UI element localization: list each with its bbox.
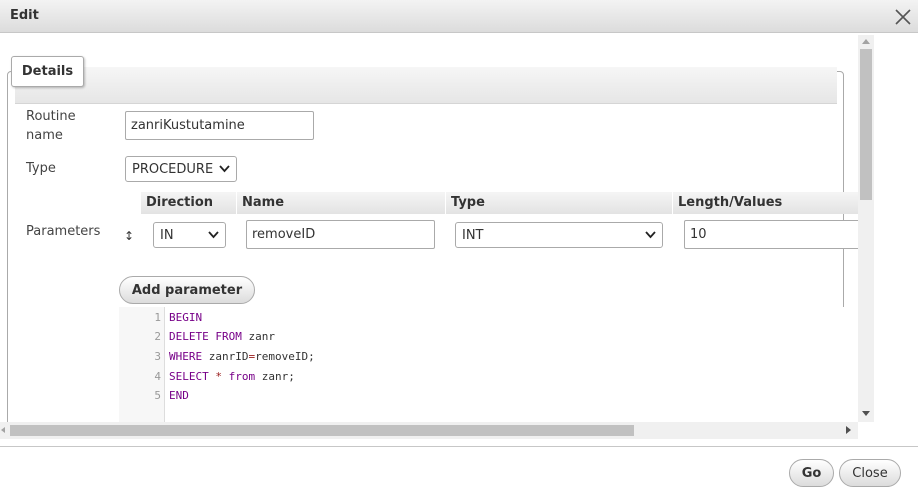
add-parameter-button[interactable]: Add parameter xyxy=(119,276,255,304)
chevron-down-icon xyxy=(645,231,656,239)
type-label: Type xyxy=(26,161,56,176)
code-token: DELETE FROM xyxy=(169,330,242,344)
go-button[interactable]: Go xyxy=(789,459,834,487)
code-line: DELETE FROM zanr xyxy=(169,327,275,347)
code-token: BEGIN xyxy=(169,310,203,324)
tab-details[interactable]: Details xyxy=(11,56,84,87)
header-type: Type xyxy=(446,192,673,214)
code-token: zanr; xyxy=(255,369,295,383)
code-line: BEGIN xyxy=(169,308,202,328)
chevron-down-icon xyxy=(219,165,230,173)
drag-handle-icon[interactable]: ↕ xyxy=(124,229,134,243)
dialog-footer: Go Close xyxy=(0,446,918,501)
line-number: 3 xyxy=(154,349,161,363)
routine-name-input[interactable] xyxy=(125,111,314,140)
direction-select[interactable]: IN xyxy=(153,222,226,248)
parameters-header-row: Direction Name Type Length/Values xyxy=(141,192,874,214)
dialog-titlebar: Edit xyxy=(0,0,918,33)
code-token: from xyxy=(228,369,256,383)
horizontal-scrollbar-thumb[interactable] xyxy=(10,425,634,436)
fieldset-header xyxy=(15,67,837,104)
close-icon[interactable] xyxy=(894,8,912,26)
code-line: WHERE zanrID=removeID; xyxy=(169,347,315,367)
code-token: zanr xyxy=(241,330,275,344)
scroll-right-icon[interactable] xyxy=(846,426,851,434)
code-token: SELECT xyxy=(169,369,209,383)
line-number: 4 xyxy=(154,369,161,383)
dialog-title: Edit xyxy=(10,8,39,23)
scroll-down-icon[interactable] xyxy=(862,411,870,416)
parameter-name-input[interactable] xyxy=(246,220,435,249)
header-direction: Direction xyxy=(141,192,237,214)
code-token: WHERE xyxy=(169,349,203,363)
line-number: 5 xyxy=(154,389,161,403)
parameters-label: Parameters xyxy=(26,224,101,239)
line-number: 2 xyxy=(154,330,161,344)
parameter-type-select-value: INT xyxy=(462,227,484,243)
horizontal-scrollbar[interactable] xyxy=(0,422,858,439)
code-editor[interactable]: 1 2 3 4 5 BEGIN DELETE FROM zanr WHERE zanrID=r… xyxy=(119,307,856,439)
type-select[interactable]: PROCEDURE xyxy=(125,156,237,182)
vertical-scrollbar-thumb[interactable] xyxy=(860,49,872,200)
code-token: END xyxy=(169,389,189,403)
header-length-values: Length/Values xyxy=(678,195,783,210)
close-button[interactable]: Close xyxy=(839,459,901,487)
chevron-down-icon xyxy=(208,231,219,239)
parameter-length-input[interactable] xyxy=(684,220,874,249)
code-token: zanrID xyxy=(202,349,249,363)
code-line: END xyxy=(169,386,189,406)
direction-select-value: IN xyxy=(160,227,174,243)
code-token: removeID; xyxy=(255,349,315,363)
header-name: Name xyxy=(237,192,446,214)
routine-name-label: Routine name xyxy=(26,109,76,143)
scroll-left-icon[interactable] xyxy=(1,427,5,433)
code-token: * xyxy=(215,369,222,383)
line-number: 1 xyxy=(154,310,161,324)
type-select-value: PROCEDURE xyxy=(132,161,214,177)
scroll-up-icon[interactable] xyxy=(862,39,870,44)
parameter-type-select[interactable]: INT xyxy=(455,222,663,248)
code-line: SELECT * from zanr; xyxy=(169,367,295,387)
vertical-scrollbar[interactable] xyxy=(858,35,874,422)
dialog-content: Details Routine name Type PROCEDURE Dire… xyxy=(0,34,874,439)
